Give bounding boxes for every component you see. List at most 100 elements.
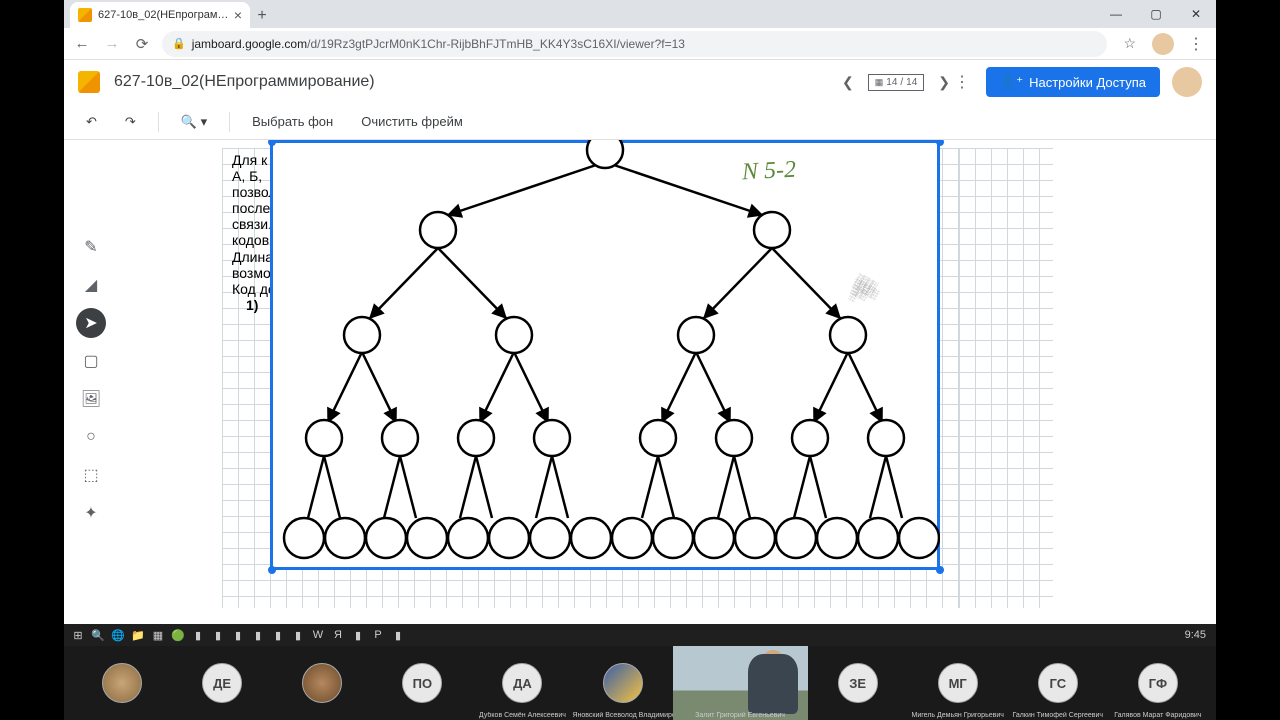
- frame-navigation: ❮ 14/14 ❯: [842, 74, 950, 91]
- side-toolbar: ✎ ◢ ➤ ▢ 🖼 ○ ⬚ ✦: [76, 232, 106, 528]
- select-tool[interactable]: ➤: [76, 308, 106, 338]
- start-button[interactable]: ⊞: [68, 626, 88, 644]
- browser-window: 627-10в_02(НЕпрограммирован × + — ▢ ✕ ← …: [64, 0, 1216, 624]
- browser-tab[interactable]: 627-10в_02(НЕпрограммирован ×: [70, 2, 250, 28]
- sticky-note-tool[interactable]: ▢: [76, 346, 106, 376]
- windows-taskbar[interactable]: ⊞ 🔍 🌐 📁 ▦ 🟢 ▮ ▮ ▮ ▮ ▮ ▮ W Я ▮ P ▮ 9:45: [64, 624, 1216, 646]
- next-frame-button[interactable]: ❯: [938, 74, 950, 91]
- app-icon[interactable]: ▦: [148, 626, 168, 644]
- clear-frame-button[interactable]: Очистить фрейм: [353, 110, 471, 133]
- jamboard-favicon: [78, 8, 92, 22]
- search-icon[interactable]: 🔍: [88, 626, 108, 644]
- address-bar: ← → ⟳ 🔒 jamboard.google.com/d/19Rz3gtPJc…: [64, 28, 1216, 60]
- handwritten-annotation: N 5‑2: [741, 157, 796, 187]
- participant-avatar: ДА: [502, 663, 542, 703]
- forward-button[interactable]: →: [102, 35, 122, 52]
- app-icon[interactable]: ▮: [228, 626, 248, 644]
- new-tab-button[interactable]: +: [250, 4, 274, 28]
- pdf-icon[interactable]: ▮: [388, 626, 408, 644]
- browser-menu-icon[interactable]: ⋮: [1184, 34, 1208, 54]
- back-button[interactable]: ←: [72, 35, 92, 52]
- explorer-icon[interactable]: 📁: [128, 626, 148, 644]
- eraser-tool[interactable]: ◢: [76, 270, 106, 300]
- tab-title: 627-10в_02(НЕпрограммирован: [98, 9, 230, 21]
- close-window-button[interactable]: ✕: [1176, 0, 1216, 28]
- powerpoint-icon[interactable]: P: [368, 626, 388, 644]
- resize-handle[interactable]: [936, 140, 944, 146]
- bookmark-icon[interactable]: ☆: [1123, 35, 1136, 52]
- participant-avatar: МГ: [938, 663, 978, 703]
- participant[interactable]: МГ Мигель Демьян Григорьевич: [908, 646, 1008, 720]
- person-add-icon: 👤⁺: [1000, 74, 1023, 90]
- share-button[interactable]: 👤⁺ Настройки Доступа: [986, 67, 1160, 97]
- edge-icon[interactable]: 🌐: [108, 626, 128, 644]
- share-label: Настройки Доступа: [1029, 75, 1146, 90]
- yandex-icon[interactable]: Я: [328, 626, 348, 644]
- participant[interactable]: Залит Григорий Евгеньевич: [673, 646, 808, 720]
- participant-avatar: [102, 663, 142, 703]
- participant[interactable]: ГСГалкин Тимофей Сергеевич: [1008, 646, 1108, 720]
- canvas-area[interactable]: ✎ ◢ ➤ ▢ 🖼 ○ ⬚ ✦ Для к А, Б, позвол после…: [64, 140, 1216, 624]
- participant-name: Дубков Семён Алексеевич: [479, 712, 566, 719]
- resize-handle[interactable]: [936, 566, 944, 574]
- zoom-button[interactable]: 🔍 ▾: [173, 110, 215, 134]
- clock[interactable]: 9:45: [1185, 629, 1212, 641]
- action-toolbar: ↶ ↷ 🔍 ▾ Выбрать фон Очистить фрейм: [64, 104, 1216, 140]
- participant-avatar: ГФ: [1138, 663, 1178, 703]
- participant[interactable]: ПО: [372, 646, 472, 720]
- shape-tool[interactable]: ○: [76, 422, 106, 452]
- titlebar: 627-10в_02(НЕпрограммирован × + — ▢ ✕: [64, 0, 1216, 28]
- participant[interactable]: ДА Дубков Семён Алексеевич: [472, 646, 572, 720]
- document-title[interactable]: 627-10в_02(НЕпрограммирование): [114, 73, 842, 91]
- account-avatar[interactable]: [1172, 67, 1202, 97]
- app-icon[interactable]: ▮: [268, 626, 288, 644]
- participant-name: Залит Григорий Евгеньевич: [695, 712, 785, 719]
- participant-avatar: ГС: [1038, 663, 1078, 703]
- participant[interactable]: [72, 646, 172, 720]
- participant-avatar: ПО: [402, 663, 442, 703]
- app-icon[interactable]: ▮: [348, 626, 368, 644]
- lock-icon: 🔒: [172, 37, 186, 50]
- participant-avatar: [603, 663, 643, 703]
- participant-avatar: ЗЕ: [838, 663, 878, 703]
- canvas-grid-right: [959, 148, 1053, 608]
- jamboard-logo[interactable]: [78, 71, 100, 93]
- participant-name: Мигель Демьян Григорьевич: [912, 712, 1004, 719]
- prev-frame-button[interactable]: ❮: [842, 74, 854, 91]
- url-path: /d/19Rz3gtPJcrM0nK1Chr-RijbBhFJTmHB_KK4Y…: [307, 37, 685, 51]
- window-controls: — ▢ ✕: [1096, 0, 1216, 28]
- word-icon[interactable]: W: [308, 626, 328, 644]
- conference-bar: ДЕ ПО ДА Дубков Семён Алексеевич Яновский Вс…: [64, 646, 1216, 720]
- participant-avatar: ДЕ: [202, 663, 242, 703]
- minimize-button[interactable]: —: [1096, 0, 1136, 28]
- participant[interactable]: ЗЕ: [808, 646, 908, 720]
- participant[interactable]: [272, 646, 372, 720]
- frame-counter[interactable]: 14/14: [868, 74, 925, 91]
- chrome-icon[interactable]: 🟢: [168, 626, 188, 644]
- redo-button[interactable]: ↷: [117, 110, 144, 134]
- pen-tool[interactable]: ✎: [76, 232, 106, 262]
- reload-button[interactable]: ⟳: [132, 35, 152, 53]
- url-host: jamboard.google.com: [192, 37, 307, 51]
- participant[interactable]: ГФГалявов Марат Фаридович: [1108, 646, 1208, 720]
- participant[interactable]: Яновский Всеволод Владимирович: [572, 646, 672, 720]
- resize-handle[interactable]: [268, 566, 276, 574]
- app-icon[interactable]: ▮: [288, 626, 308, 644]
- app-icon[interactable]: ▮: [208, 626, 228, 644]
- maximize-button[interactable]: ▢: [1136, 0, 1176, 28]
- text-box-tool[interactable]: ⬚: [76, 460, 106, 490]
- selected-object[interactable]: [270, 140, 940, 570]
- participant[interactable]: ДЕ: [172, 646, 272, 720]
- app-header: 627-10в_02(НЕпрограммирование) ❮ 14/14 ❯…: [64, 60, 1216, 104]
- url-field[interactable]: 🔒 jamboard.google.com/d/19Rz3gtPJcrM0nK1…: [162, 31, 1107, 57]
- more-options-icon[interactable]: ⋮: [950, 72, 974, 92]
- image-tool[interactable]: 🖼: [76, 384, 106, 414]
- background-button[interactable]: Выбрать фон: [244, 110, 341, 133]
- profile-avatar[interactable]: [1152, 33, 1174, 55]
- app-icon[interactable]: ▮: [248, 626, 268, 644]
- app-icon[interactable]: ▮: [188, 626, 208, 644]
- close-tab-icon[interactable]: ×: [234, 7, 242, 23]
- video-tile: [673, 646, 808, 720]
- undo-button[interactable]: ↶: [78, 110, 105, 134]
- laser-tool[interactable]: ✦: [76, 498, 106, 528]
